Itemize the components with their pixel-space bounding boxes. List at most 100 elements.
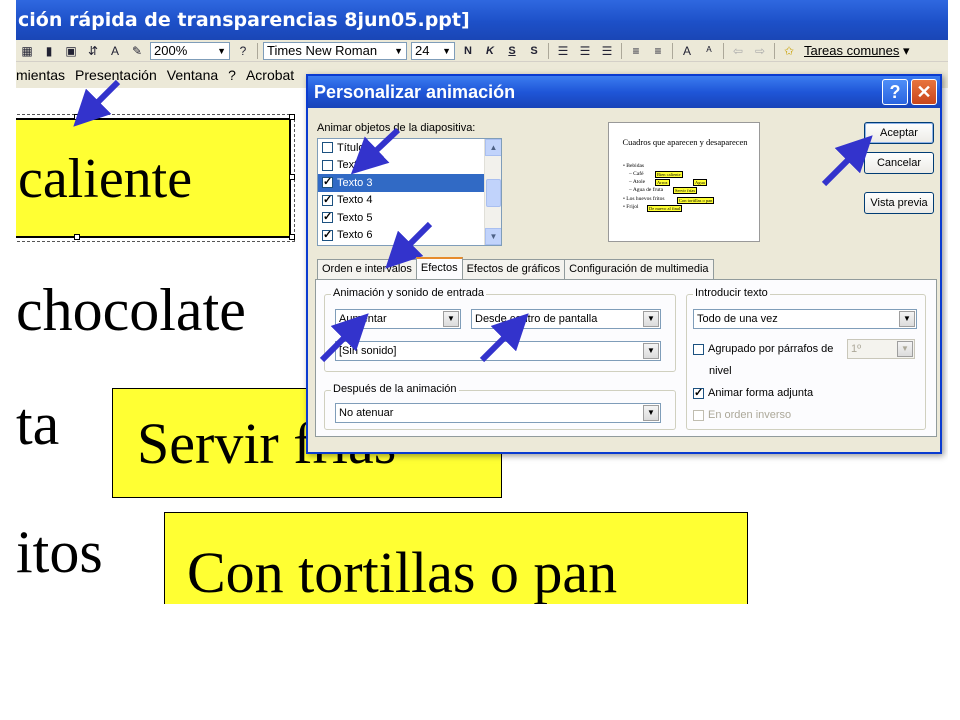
font-combo[interactable]: Times New Roman ▼ (263, 41, 407, 60)
chart-icon[interactable]: ▮ (39, 42, 59, 60)
toolbar-separator (723, 42, 724, 59)
text-box-caliente[interactable]: caliente (16, 114, 295, 242)
font-value: Times New Roman (267, 43, 378, 58)
help-icon[interactable]: ? (233, 42, 253, 60)
preview-tag: Arroz (655, 179, 670, 186)
after-animation-select[interactable]: No atenuar ▼ (335, 403, 661, 423)
list-item[interactable]: Título (318, 139, 501, 157)
after-animation-value: No atenuar (339, 407, 394, 419)
entry-group-title: Animación y sonido de entrada (331, 287, 487, 299)
menu-item-tools[interactable]: mientas (16, 67, 65, 83)
bullets-icon[interactable]: ≡ (648, 42, 668, 60)
checkbox[interactable] (322, 175, 333, 189)
checkbox[interactable] (322, 210, 333, 224)
list-item-label: Texto 2 (337, 159, 373, 172)
align-right-icon[interactable]: ☰ (597, 42, 617, 60)
menu-item-window[interactable]: Ventana (167, 67, 218, 83)
checkbox[interactable] (322, 142, 333, 154)
after-group-title: Después de la animación (331, 383, 459, 395)
tab-chart-effects[interactable]: Efectos de gráficos (461, 259, 566, 279)
resize-handle[interactable] (289, 174, 295, 180)
resize-handle[interactable] (289, 114, 295, 120)
reverse-order-checkbox[interactable] (693, 409, 704, 421)
objects-listbox[interactable]: Título Texto 2 Texto 3 Texto 4 Texto 5 T… (317, 138, 502, 246)
text-tortillas: Con tortillas o pan (187, 540, 618, 604)
chevron-down-icon[interactable]: ▼ (643, 343, 659, 359)
list-item-label: Texto 3 (337, 176, 373, 189)
chevron-down-icon: ▼ (442, 45, 451, 56)
resize-handle[interactable] (74, 114, 80, 120)
demote-icon[interactable]: ⇨ (750, 42, 770, 60)
dialog-title-bar: Personalizar animación (308, 76, 940, 108)
preview-line: – Agua de fruta (629, 187, 664, 193)
bold-button[interactable]: N (458, 42, 478, 60)
text-box-tortillas[interactable]: Con tortillas o pan (164, 512, 748, 604)
align-left-icon[interactable]: ☰ (553, 42, 573, 60)
zoom-combo[interactable]: 200% ▼ (150, 41, 230, 60)
menu-item-presentation[interactable]: Presentación (75, 67, 157, 83)
numbering-icon[interactable]: ≡ (626, 42, 646, 60)
close-button[interactable]: ✕ (911, 79, 937, 105)
decrease-font-icon[interactable]: ᴬ (699, 42, 719, 60)
table-icon[interactable]: ▦ (17, 42, 37, 60)
screenshot: ción rápida de transparencias 8jun05.ppt… (16, 0, 948, 604)
cancel-button[interactable]: Cancelar (864, 152, 934, 174)
chevron-down-icon[interactable]: ▼ (643, 405, 659, 421)
animate-shape-checkbox[interactable] (693, 386, 704, 399)
preview-line: • Bebidas (623, 163, 645, 169)
list-item[interactable]: Texto 4 (318, 192, 501, 210)
checkbox[interactable] (322, 193, 333, 206)
scroll-down-icon[interactable]: ▼ (485, 228, 501, 245)
list-item-label: Texto 5 (337, 211, 373, 224)
introduce-text-select[interactable]: Todo de una vez ▼ (693, 309, 917, 329)
grouped-checkbox[interactable] (693, 343, 704, 355)
toolbar-separator (774, 42, 775, 59)
help-button[interactable]: ? (882, 79, 908, 105)
tasks-menu[interactable]: Tareas comunes ▾ (804, 43, 910, 59)
preview-button[interactable]: Vista previa (864, 192, 934, 214)
sound-select[interactable]: [Sin sonido] ▼ (335, 341, 661, 361)
list-item[interactable]: Texto 6 (318, 227, 501, 245)
animate-shape-row[interactable]: Animar forma adjunta (693, 386, 813, 399)
font-color-icon[interactable]: A (105, 42, 125, 60)
menu-item-acrobat[interactable]: Acrobat (246, 67, 294, 83)
reverse-order-row[interactable]: En orden inverso (693, 409, 791, 421)
checkbox[interactable] (322, 228, 333, 241)
shadow-button[interactable]: S (524, 42, 544, 60)
increase-font-icon[interactable]: A (677, 42, 697, 60)
pen-icon[interactable]: ✎ (127, 42, 147, 60)
preview-line: • Frijol (623, 204, 639, 210)
list-item[interactable]: Texto 3 (318, 174, 501, 192)
checkbox[interactable] (322, 159, 333, 171)
resize-handle[interactable] (289, 234, 295, 240)
after-animation-group: Después de la animación No atenuar ▼ (324, 383, 676, 430)
chevron-down-icon[interactable]: ▼ (443, 311, 459, 327)
grouped-checkbox-row[interactable]: Agrupado por párrafos de (693, 343, 833, 355)
accept-button[interactable]: Aceptar (864, 122, 934, 144)
resize-handle[interactable] (74, 234, 80, 240)
underline-button[interactable]: S (502, 42, 522, 60)
italic-button[interactable]: K (480, 42, 500, 60)
list-item[interactable]: Texto 5 (318, 209, 501, 227)
effect-select[interactable]: Aumentar ▼ (335, 309, 461, 329)
chevron-down-icon[interactable]: ▼ (899, 311, 915, 327)
paragraph-level-select[interactable]: 1º ▼ (847, 339, 915, 359)
direction-select[interactable]: Desde centro de pantalla ▼ (471, 309, 661, 329)
star-icon[interactable]: ✩ (779, 42, 799, 60)
tab-order-timing[interactable]: Orden e intervalos (317, 259, 417, 279)
picture-icon[interactable]: ▣ (61, 42, 81, 60)
text-direction-icon[interactable]: ⇵ (83, 42, 103, 60)
promote-icon[interactable]: ⇦ (728, 42, 748, 60)
list-item[interactable]: Texto 2 (318, 157, 501, 175)
font-size-value: 24 (415, 43, 430, 58)
tab-multimedia[interactable]: Configuración de multimedia (564, 259, 714, 279)
chevron-down-icon[interactable]: ▼ (643, 311, 659, 327)
menu-item-help[interactable]: ? (228, 67, 236, 83)
scroll-thumb[interactable] (486, 179, 501, 207)
scroll-up-icon[interactable]: ▲ (485, 139, 501, 156)
chevron-down-icon[interactable]: ▼ (897, 341, 913, 357)
font-size-combo[interactable]: 24 ▼ (411, 41, 455, 60)
listbox-scrollbar[interactable]: ▲ ▼ (484, 139, 501, 245)
tab-effects[interactable]: Efectos (415, 257, 463, 279)
align-center-icon[interactable]: ☰ (575, 42, 595, 60)
